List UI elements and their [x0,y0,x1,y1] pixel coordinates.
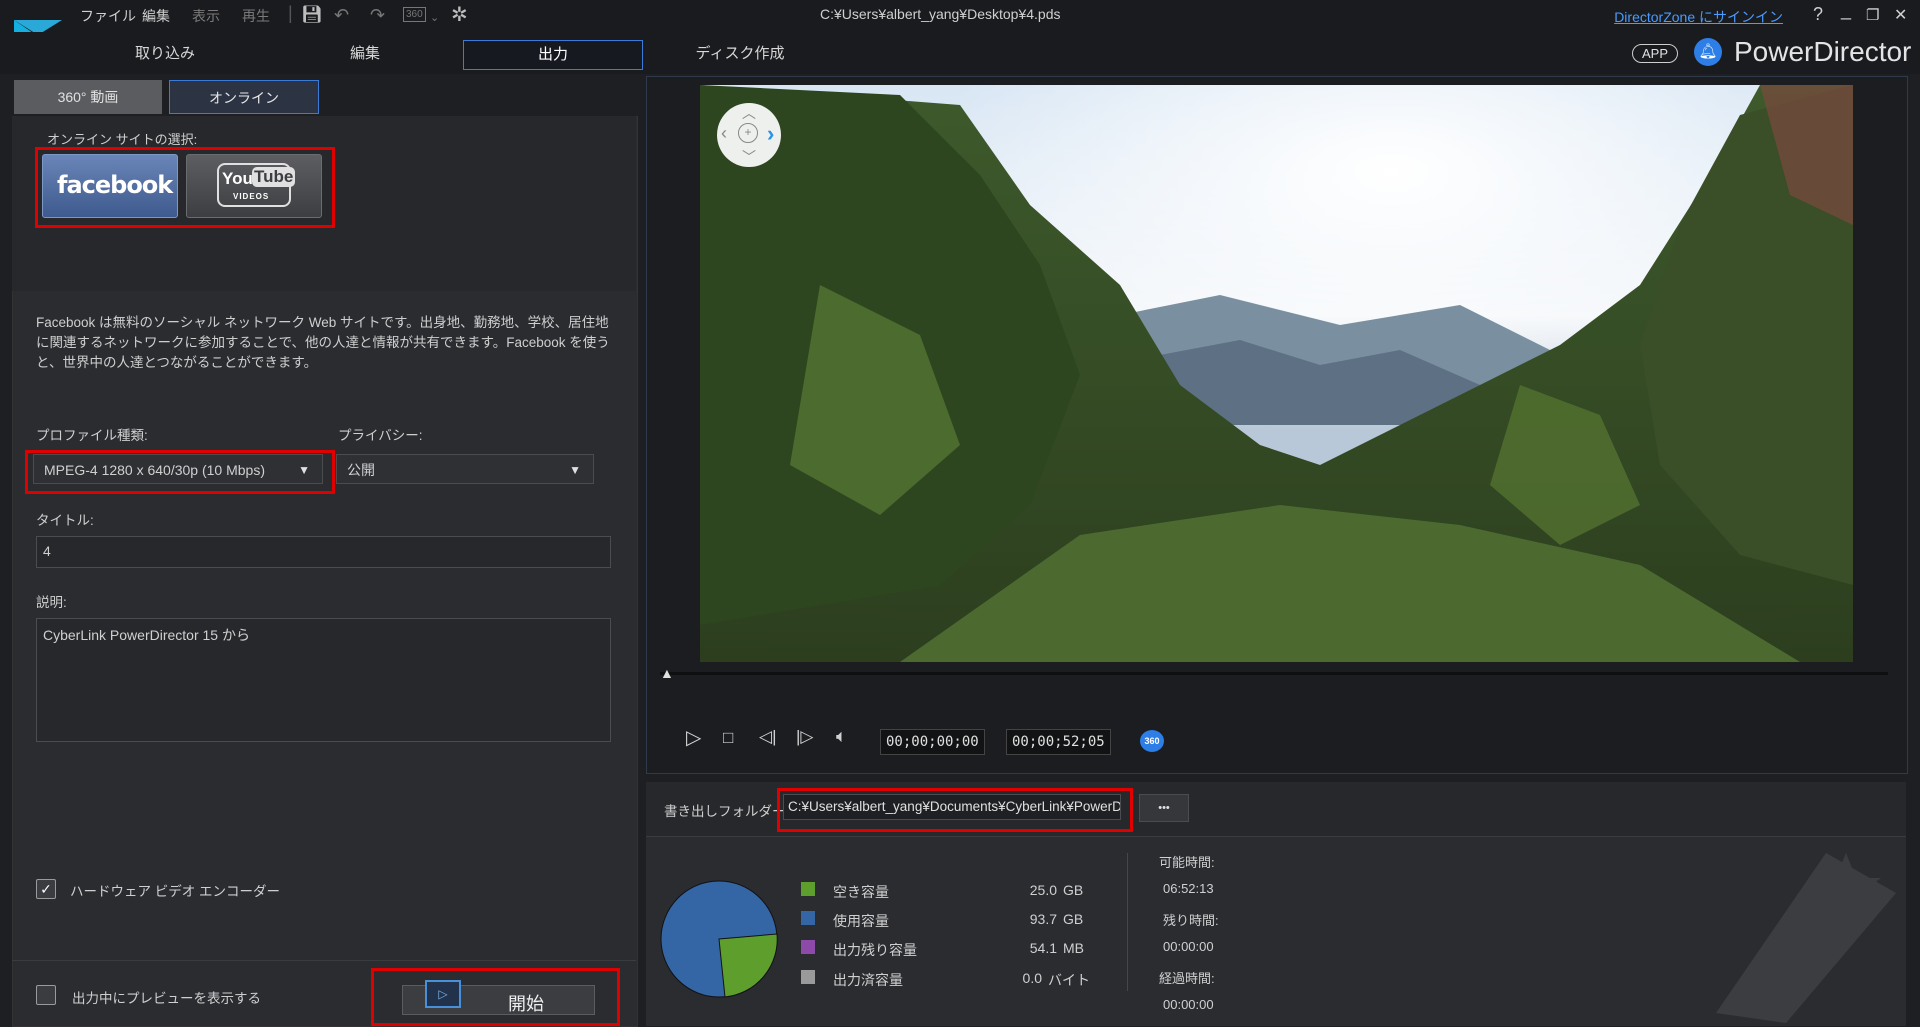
video-preview: ︿ ﹀ ‹ › + [700,85,1853,662]
hw-encoder-label: ハードウェア ビデオ エンコーダー [70,884,281,899]
hw-encoder-checkbox[interactable]: ✓ [36,879,56,899]
privacy-label: プライバシー: [338,428,423,443]
output-done-unit: バイト [1048,972,1090,988]
app-button[interactable]: APP [1632,44,1679,63]
tab-output[interactable]: 出力 [463,40,643,70]
pan-left-icon[interactable]: ‹ [721,123,727,144]
play-icon[interactable]: ▷ [686,725,701,750]
remaining-output-value: 54.1 [1029,940,1057,956]
help-button[interactable]: ? [1813,4,1823,25]
brand-name: PowerDirector [1734,36,1912,67]
tab-online[interactable]: オンライン [169,80,319,114]
free-space-legend-icon [801,882,815,896]
facebook-logo: facebook [57,171,173,199]
tab-disc[interactable]: ディスク作成 [680,40,800,68]
save-icon[interactable]: 💾︎ [301,4,323,26]
output-done-label: 出力済容量 [833,972,903,988]
description-label: 説明: [36,595,67,610]
restore-button[interactable]: ❐ [1866,6,1879,24]
menu-file[interactable]: ファイル [80,6,136,26]
available-time-value: 06:52:13 [1163,881,1214,896]
tab-360-video[interactable]: 360° 動画 [14,80,162,114]
site-select-label: オンライン サイトの選択: [47,132,198,147]
remaining-time-value: 00:00:00 [1163,939,1214,954]
profile-type-label: プロファイル種類: [36,428,148,443]
directorzone-signin-link[interactable]: DirectorZone にサインイン [1614,7,1783,27]
remaining-output-unit: MB [1063,940,1084,956]
youtube-logo: You Tube VIDEOS [217,163,296,207]
site-description: Facebook は無料のソーシャル ネットワーク Web サイトです。出身地、… [36,315,610,370]
pan-right-icon[interactable]: › [767,121,774,147]
storage-pie-chart [660,880,778,998]
undo-icon[interactable]: ↶ [334,4,349,26]
window-title: C:¥Users¥albert_yang¥Desktop¥4.pds [820,6,1061,22]
free-space-label: 空き容量 [833,884,889,900]
tab-edit[interactable]: 編集 [310,40,420,68]
menu-view[interactable]: 表示 [192,6,220,26]
facebook-button[interactable]: facebook [42,154,178,218]
output-done-legend-icon [801,970,815,984]
volume-icon[interactable]: 🔈︎ [836,726,847,747]
duration-display: 00;00;52;05 [1006,729,1111,755]
title-bar: ファイル 編集 表示 再生 | 💾︎ ↶ ↷ 360 ⌄ ✲ C:¥Users¥… [0,0,1920,50]
used-space-value: 93.7 [1029,911,1057,927]
close-button[interactable]: ✕ [1894,5,1907,25]
browse-folder-button[interactable]: ••• [1139,794,1189,822]
used-space-label: 使用容量 [833,913,889,929]
360-navigation-control[interactable]: ︿ ﹀ ‹ › + [717,103,781,167]
export-folder-path[interactable]: C:¥Users¥albert_yang¥Documents¥CyberLink… [783,794,1121,820]
description-textarea[interactable]: CyberLink PowerDirector 15 から [36,618,611,742]
menu-edit[interactable]: 編集 [142,6,170,26]
recenter-icon[interactable]: + [738,123,758,143]
start-button[interactable]: ▷ 開始 [402,980,595,1015]
stop-icon[interactable]: □ [723,728,733,748]
elapsed-time-label: 経過時間: [1159,971,1215,986]
360-view-icon[interactable]: 360 [403,7,426,22]
redo-icon[interactable]: ↷ [370,4,385,26]
export-folder-label: 書き出しフォルダー: [664,804,790,819]
notification-bell-icon[interactable]: 🔔︎ [1694,38,1722,66]
show-preview-checkbox[interactable] [36,985,56,1005]
chevron-down-icon: ▼ [298,463,310,477]
next-frame-icon[interactable]: |▷ [796,727,814,747]
export-folder-row: 書き出しフォルダー: C:¥Users¥albert_yang¥Document… [646,782,1906,837]
menu-play[interactable]: 再生 [242,6,270,26]
output-done-value: 0.0 [1022,970,1042,986]
elapsed-time-value: 00:00:00 [1163,997,1214,1012]
output-start-icon: ▷ [425,980,461,1008]
used-space-legend-icon [801,911,815,925]
show-preview-label: 出力中にプレビューを表示する [72,991,261,1006]
available-time-label: 可能時間: [1159,855,1215,870]
remaining-time-label: 残り時間: [1163,913,1219,928]
used-space-unit: GB [1063,911,1084,927]
landscape-video-frame [700,85,1853,662]
privacy-dropdown[interactable]: 公開 ▼ [336,454,594,484]
remaining-output-legend-icon [801,940,815,954]
tab-import[interactable]: 取り込み [110,40,220,68]
360-mode-icon[interactable]: 360 [1140,730,1164,752]
title-input[interactable]: 4 [36,536,611,568]
youtube-button[interactable]: You Tube VIDEOS [186,154,322,218]
settings-gear-icon[interactable]: ✲ [451,4,468,26]
remaining-output-label: 出力残り容量 [833,942,917,958]
minimize-button[interactable]: _ [1841,0,1851,21]
current-time-display: 00;00;00;00 [880,729,985,755]
timeline-scrubber[interactable] [660,672,1888,675]
pan-down-icon[interactable]: ﹀ [742,147,756,167]
chevron-down-icon: ▼ [569,463,581,477]
decorative-film-icon [1716,853,1896,1023]
free-space-unit: GB [1063,882,1084,898]
previous-frame-icon[interactable]: ◁| [759,727,777,747]
profile-type-dropdown[interactable]: MPEG-4 1280 x 640/30p (10 Mbps) ▼ [33,454,323,484]
pan-up-icon[interactable]: ︿ [742,103,756,123]
title-label: タイトル: [36,513,94,528]
free-space-value: 25.0 [1029,882,1057,898]
playhead-marker-icon[interactable]: ▲ [660,665,674,681]
